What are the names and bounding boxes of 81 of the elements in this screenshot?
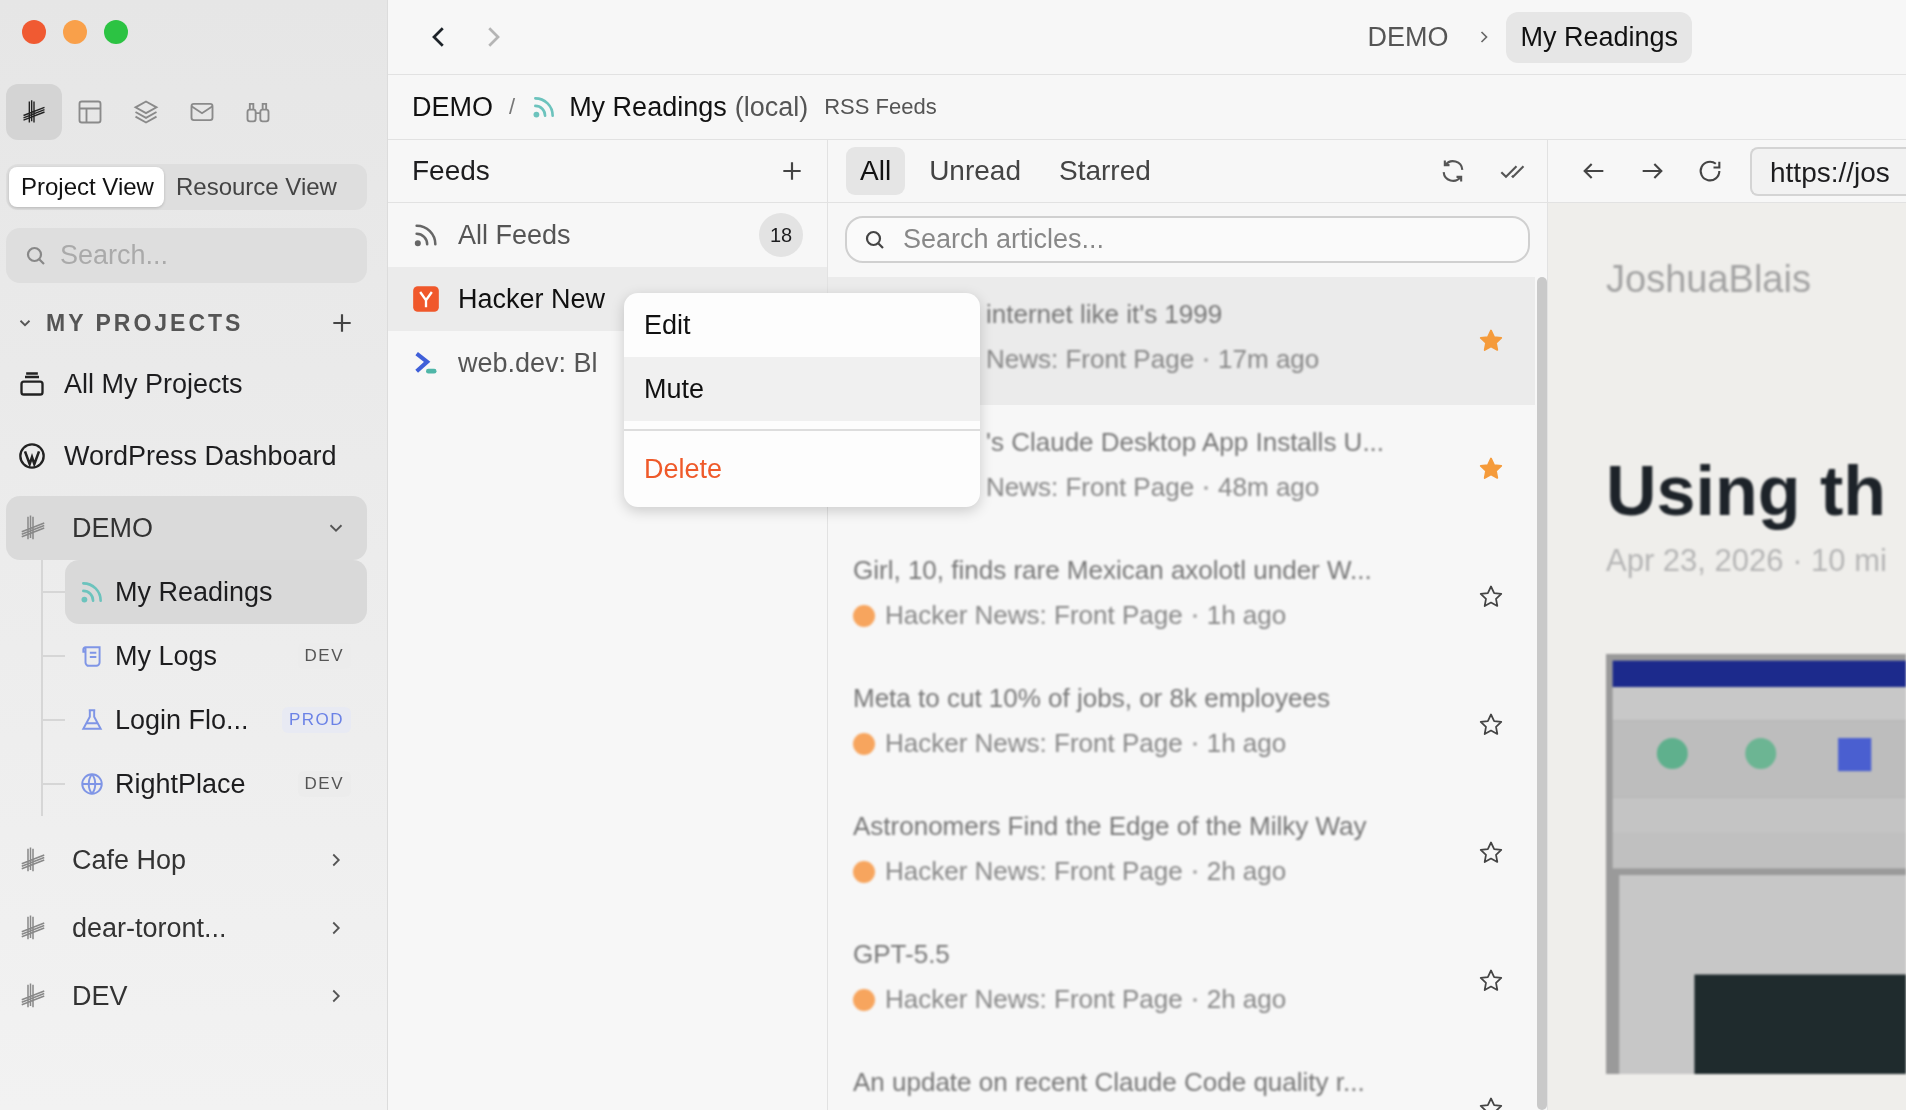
source-name: Hacker News: Front Page <box>885 856 1183 887</box>
feed-name: web.dev: Bl <box>458 347 599 379</box>
count-badge: 18 <box>759 213 803 257</box>
project-row[interactable]: DEV <box>6 964 367 1028</box>
article-time: 1h ago <box>1206 600 1287 631</box>
article-title: Meta to cut 10% of jobs, or 8k employees <box>853 683 1331 714</box>
source-name: Hacker News: Front Page <box>885 728 1183 759</box>
project-name: Cafe Hop <box>72 844 188 876</box>
breadcrumb-tab[interactable]: DEMO <box>1353 11 1463 63</box>
resource-name: My Readings <box>115 576 274 608</box>
project-link[interactable]: DEMO <box>412 91 493 123</box>
globe-icon <box>79 771 105 797</box>
resource-name: RightPlace <box>115 768 247 800</box>
view-tab[interactable]: Project View <box>9 167 164 207</box>
filter-tab[interactable]: Starred <box>1044 147 1165 195</box>
breadcrumb-tab[interactable]: My Readings <box>1506 11 1692 63</box>
feed-item[interactable]: All Feeds 18 <box>388 203 827 267</box>
article-time: 17m ago <box>1218 344 1320 375</box>
site-logo-text: JoshuaBlais <box>1606 258 1812 301</box>
source-dot-icon <box>853 860 875 883</box>
project-row[interactable]: Cafe Hop <box>6 828 367 892</box>
stack-icon <box>18 370 46 398</box>
resource-name: Login Flo... <box>115 704 250 736</box>
project-name: DEV <box>72 980 129 1012</box>
menu-item[interactable]: Mute <box>624 357 980 421</box>
article-title: Astronomers Find the Edge of the Milky Way <box>853 811 1368 842</box>
hatch-icon <box>20 98 48 126</box>
scrollbar[interactable] <box>1537 277 1547 1110</box>
article-title: internet like it's 1999 <box>986 299 1224 330</box>
scope-label: (local) <box>734 91 809 123</box>
article-time: 2h ago <box>1206 984 1287 1015</box>
sidebar-item[interactable]: WordPress Dashboard <box>6 420 367 492</box>
item-label: All My Projects <box>64 368 243 400</box>
source-dot-icon <box>853 732 875 755</box>
feed-name: Hacker New <box>458 283 607 315</box>
project-name: DEMO <box>72 512 154 544</box>
resource-item[interactable]: My Logs DEV <box>65 624 367 688</box>
project-name: dear-toront... <box>72 912 228 944</box>
y-logo-icon <box>412 285 440 313</box>
filter-tab[interactable]: Unread <box>915 147 1035 195</box>
rss-icon <box>79 579 105 605</box>
item-label: WordPress Dashboard <box>64 440 337 472</box>
close-button[interactable] <box>22 20 46 44</box>
source-name: News: Front Page <box>986 344 1195 375</box>
article-title: Girl, 10, finds rare Mexican axolotl under W... <box>853 555 1373 586</box>
source-dot-icon <box>853 988 875 1011</box>
toolbar-button[interactable] <box>6 84 62 140</box>
layers-icon <box>132 98 160 126</box>
view-tab[interactable]: Resource View <box>163 167 347 207</box>
flask-icon <box>79 707 105 733</box>
panel-title: Feeds <box>412 155 491 187</box>
resource-item[interactable]: RightPlace DEV <box>65 752 367 816</box>
resource-item[interactable]: Login Flo... PROD <box>65 688 367 752</box>
source-name: Hacker News: Front Page <box>885 984 1183 1015</box>
section-title: MY PROJECTS <box>46 309 245 337</box>
wordpress-icon <box>18 442 46 470</box>
article-title: An update on recent Claude Code quality r... <box>853 1067 1366 1098</box>
article-heading: Using th <box>1606 451 1887 531</box>
layout-icon <box>76 98 104 126</box>
article-time: 1h ago <box>1206 728 1287 759</box>
article-time: 2h ago <box>1206 856 1287 887</box>
resource-item[interactable]: My Readings <box>65 560 367 624</box>
sidebar-item[interactable]: All My Projects <box>6 348 367 420</box>
feed-name: All Feeds <box>458 219 572 251</box>
path-separator: / <box>509 94 516 120</box>
rss-icon <box>412 221 440 249</box>
search-field[interactable]: Search articles... <box>845 216 1530 263</box>
project-row[interactable]: DEMO <box>6 496 367 560</box>
filter-tab[interactable]: All <box>846 147 906 195</box>
resource-name: My Logs <box>115 640 219 672</box>
url-field[interactable]: https://jos <box>1750 146 1906 196</box>
article-time: 48m ago <box>1218 472 1320 503</box>
source-name: Hacker News: Front Page <box>885 600 1183 631</box>
env-tag: PROD <box>281 707 351 733</box>
article-title: GPT-5.5 <box>853 939 951 970</box>
type-label: RSS Feeds <box>824 94 937 120</box>
source-name: News: Front Page <box>986 472 1195 503</box>
project-row[interactable]: dear-toront... <box>6 896 367 960</box>
source-dot-icon <box>853 604 875 627</box>
article-title: 's Claude Desktop App Installs U... <box>986 427 1386 458</box>
resource-title: My Readings <box>569 91 727 123</box>
